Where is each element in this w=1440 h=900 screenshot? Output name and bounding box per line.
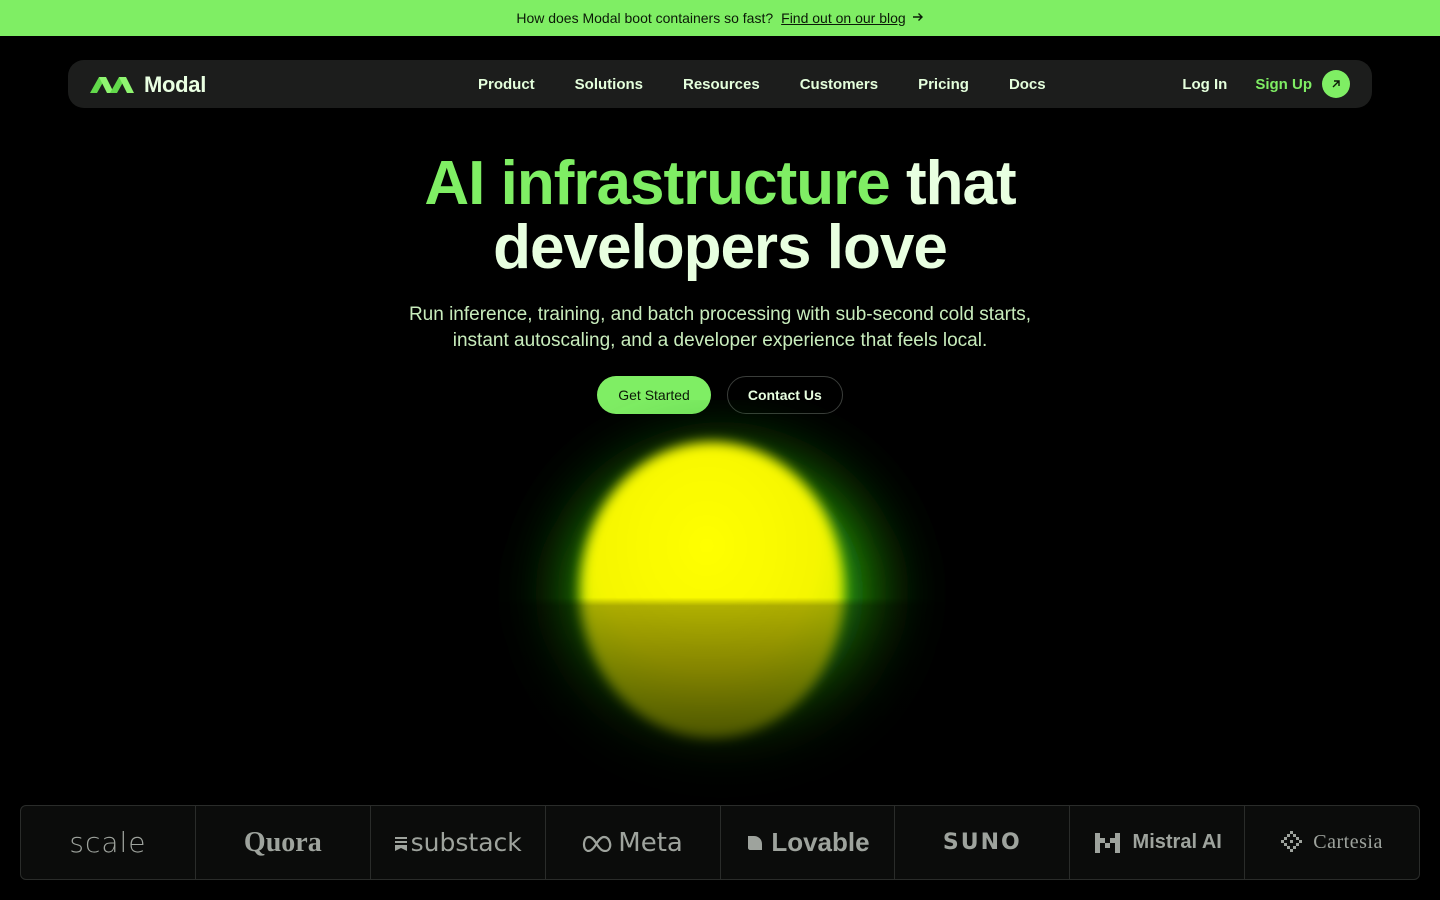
nav-actions: Log In Sign Up bbox=[1182, 60, 1350, 108]
modal-logo-icon bbox=[90, 77, 134, 93]
hero-title-rest: that bbox=[889, 149, 1017, 218]
substack-icon bbox=[394, 836, 407, 851]
nav-item-product[interactable]: Product bbox=[458, 76, 555, 93]
hero-subtitle: Run inference, training, and batch proce… bbox=[408, 304, 1032, 351]
hero-title-line2: developers love bbox=[493, 213, 948, 282]
customer-logo-meta: Meta bbox=[546, 806, 721, 879]
nav-links: Product Solutions Resources Customers Pr… bbox=[458, 60, 1066, 108]
brand-name: Modal bbox=[144, 72, 207, 97]
announcement-banner: How does Modal boot containers so fast? … bbox=[0, 0, 1440, 36]
nav-item-docs[interactable]: Docs bbox=[989, 76, 1066, 93]
arrow-right-icon[interactable] bbox=[912, 10, 924, 26]
customer-logo-quora: Quora bbox=[196, 806, 371, 879]
customer-logo-lovable: Lovable bbox=[721, 806, 896, 879]
customer-logo-scale: scale bbox=[21, 806, 196, 879]
top-navigation: Modal Product Solutions Resources Custom… bbox=[68, 60, 1372, 108]
nav-item-resources[interactable]: Resources bbox=[663, 76, 780, 93]
customer-logo-suno: SUNO bbox=[895, 806, 1071, 879]
signup-link[interactable]: Sign Up bbox=[1255, 76, 1312, 93]
brand-logo[interactable]: Modal bbox=[90, 72, 206, 98]
customer-logo-cartesia: Cartesia bbox=[1245, 806, 1419, 879]
nav-item-pricing[interactable]: Pricing bbox=[898, 76, 989, 93]
login-link[interactable]: Log In bbox=[1182, 76, 1227, 93]
banner-blog-link[interactable]: Find out on our blog bbox=[781, 10, 906, 26]
customer-logos-strip: scale Quora substack Meta Lovable SUNO M… bbox=[20, 805, 1420, 880]
cartesia-pixel-icon bbox=[1281, 830, 1303, 852]
nav-item-customers[interactable]: Customers bbox=[780, 76, 898, 93]
nav-item-solutions[interactable]: Solutions bbox=[555, 76, 663, 93]
customer-logo-mistral: Mistral AI bbox=[1070, 806, 1246, 879]
arrow-up-right-icon[interactable] bbox=[1322, 70, 1350, 98]
hero-title: AI infrastructure that developers love bbox=[0, 152, 1440, 280]
mistral-m-icon bbox=[1094, 832, 1120, 853]
hero-title-accent: AI infrastructure bbox=[424, 149, 890, 218]
lovable-heart-icon bbox=[748, 835, 763, 850]
customer-logo-substack: substack bbox=[371, 806, 546, 879]
meta-infinity-icon bbox=[583, 835, 612, 852]
hero-glow-orb bbox=[440, 400, 1000, 820]
banner-text: How does Modal boot containers so fast? bbox=[516, 10, 774, 26]
